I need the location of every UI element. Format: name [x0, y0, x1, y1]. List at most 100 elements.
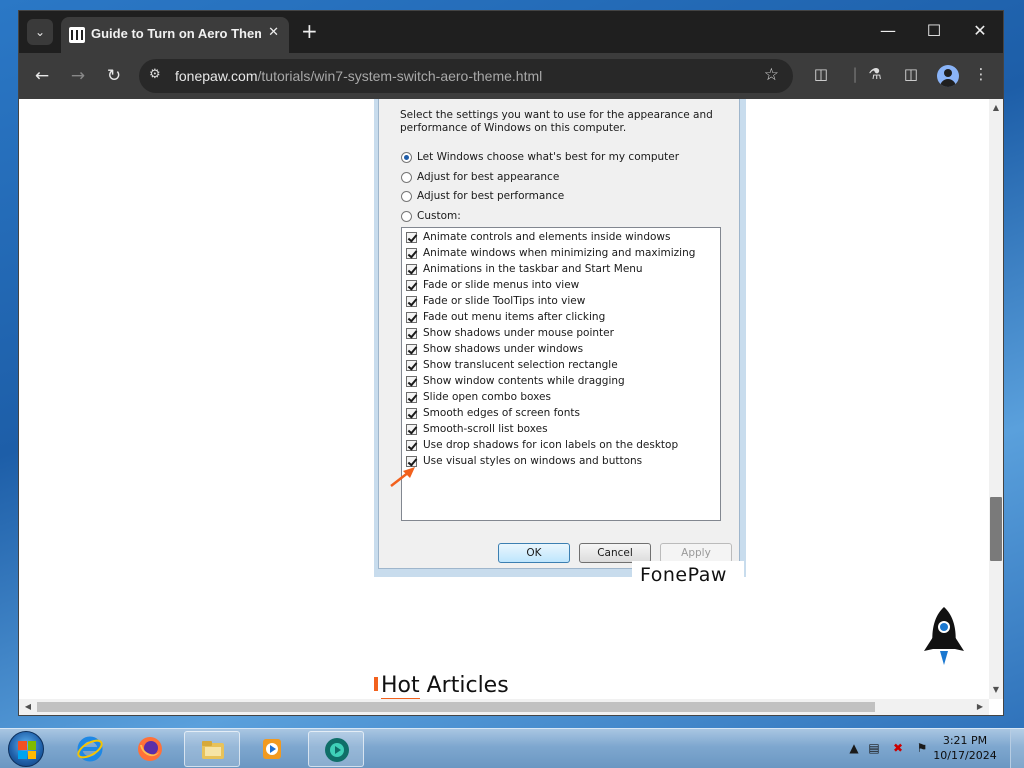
radio-best-performance[interactable]: Adjust for best performance [401, 188, 564, 204]
list-item[interactable]: Show translucent selection rectangle [406, 357, 618, 373]
forward-button[interactable]: → [67, 65, 89, 87]
visual-effects-list[interactable]: Animate controls and elements inside win… [401, 227, 721, 521]
clock-date: 10/17/2024 [933, 749, 997, 762]
checkbox[interactable] [406, 391, 417, 403]
profile-avatar-icon[interactable] [937, 65, 959, 87]
back-button[interactable]: ← [31, 65, 53, 87]
list-item[interactable]: Animate windows when minimizing and maxi… [406, 245, 695, 261]
checkbox-label: Fade out menu items after clicking [423, 311, 606, 323]
checkbox[interactable] [406, 343, 417, 355]
show-hidden-icons-icon[interactable]: ▲ [846, 741, 862, 757]
checkbox-label: Show shadows under windows [423, 343, 584, 355]
show-desktop-button[interactable] [1010, 729, 1024, 768]
list-item[interactable]: Slide open combo boxes [406, 389, 551, 405]
tab-strip: ⌄ Guide to Turn on Aero Theme on ✕ + — ☐… [19, 11, 1003, 53]
taskbar-file-explorer[interactable] [184, 731, 240, 767]
ok-button[interactable]: OK [498, 543, 570, 563]
more-menu-icon[interactable]: ⋮ [971, 65, 991, 87]
list-item[interactable]: Show shadows under mouse pointer [406, 325, 614, 341]
close-window-button[interactable]: ✕ [957, 11, 1003, 53]
list-item[interactable]: Smooth-scroll list boxes [406, 421, 548, 437]
scroll-down-icon[interactable]: ▼ [989, 683, 1003, 697]
taskbar-fonepaw-app[interactable] [308, 731, 364, 767]
scroll-right-icon[interactable]: ▶ [973, 699, 987, 715]
side-panel-icon[interactable]: ◫ [901, 65, 921, 87]
address-bar[interactable]: ⚙ fonepaw.com/tutorials/win7-system-swit… [139, 59, 793, 93]
checkbox[interactable] [406, 327, 417, 339]
labs-flask-icon[interactable]: ⚗ [865, 65, 885, 87]
checkbox[interactable] [406, 263, 417, 275]
back-to-top-rocket-icon[interactable] [921, 605, 967, 671]
media-player-icon [263, 739, 281, 759]
tab-title: Guide to Turn on Aero Theme on [91, 26, 261, 41]
checkbox[interactable] [406, 295, 417, 307]
list-item[interactable]: Smooth edges of screen fonts [406, 405, 580, 421]
tab-active[interactable]: Guide to Turn on Aero Theme on ✕ [61, 17, 289, 53]
site-info-icon[interactable]: ⚙ [149, 67, 161, 82]
radio-button[interactable] [401, 210, 412, 222]
new-tab-button[interactable]: + [301, 19, 318, 43]
tab-search-button[interactable]: ⌄ [27, 19, 53, 45]
checkbox[interactable] [406, 375, 417, 387]
radio-let-windows-choose[interactable]: Let Windows choose what's best for my co… [401, 149, 679, 165]
vertical-scrollbar[interactable]: ▲ ▼ [989, 99, 1003, 699]
url-text[interactable]: fonepaw.com/tutorials/win7-system-switch… [175, 68, 542, 84]
volume-muted-icon[interactable]: ✖ [890, 741, 906, 757]
bookmark-star-icon[interactable]: ☆ [764, 65, 779, 85]
scroll-up-icon[interactable]: ▲ [989, 101, 1003, 115]
system-clock[interactable]: 3:21 PM 10/17/2024 [930, 733, 1000, 763]
vertical-scroll-thumb[interactable] [990, 497, 1002, 561]
maximize-button[interactable]: ☐ [911, 11, 957, 53]
heading-accent-bar [374, 677, 378, 691]
list-item[interactable]: Show window contents while dragging [406, 373, 625, 389]
taskbar-firefox[interactable] [122, 731, 178, 767]
checkbox[interactable] [406, 407, 417, 419]
list-item[interactable]: Animations in the taskbar and Start Menu [406, 261, 643, 277]
list-item[interactable]: Animate controls and elements inside win… [406, 229, 670, 245]
checkbox[interactable] [406, 231, 417, 243]
page-content: Select the settings you want to use for … [19, 99, 989, 699]
checkbox[interactable] [406, 247, 417, 259]
start-button[interactable] [8, 731, 44, 767]
minimize-button[interactable]: — [865, 11, 911, 53]
checkbox[interactable] [406, 439, 417, 451]
checkbox[interactable] [406, 423, 417, 435]
radio-button[interactable] [401, 151, 412, 163]
list-item[interactable]: Fade or slide ToolTips into view [406, 293, 585, 309]
reload-button[interactable]: ↻ [103, 65, 125, 87]
checkbox-label: Fade or slide ToolTips into view [423, 295, 586, 307]
apply-button[interactable]: Apply [660, 543, 732, 563]
radio-button[interactable] [401, 171, 412, 183]
toolbar-divider: | [852, 65, 858, 83]
action-center-flag-icon[interactable]: ⚑ [914, 741, 930, 757]
fonepaw-app-icon [325, 738, 349, 762]
taskbar-internet-explorer[interactable] [62, 731, 118, 767]
checkbox[interactable] [406, 279, 417, 291]
dialog-description: Select the settings you want to use for … [400, 109, 713, 134]
taskbar-media-player[interactable] [244, 731, 300, 767]
cancel-button[interactable]: Cancel [579, 543, 651, 563]
network-icon[interactable]: ▤ [866, 741, 882, 757]
checkbox-label: Animate windows when minimizing and maxi… [423, 247, 696, 259]
checkbox[interactable] [406, 359, 417, 371]
horizontal-scroll-thumb[interactable] [37, 702, 875, 712]
extensions-icon[interactable]: ◫ [811, 65, 831, 87]
scroll-left-icon[interactable]: ◀ [21, 699, 35, 715]
list-item[interactable]: Fade or slide menus into view [406, 277, 579, 293]
radio-label: Adjust for best appearance [417, 171, 560, 183]
list-item[interactable]: Use drop shadows for icon labels on the … [406, 437, 678, 453]
close-tab-icon[interactable]: ✕ [268, 25, 279, 40]
list-item[interactable]: Fade out menu items after clicking [406, 309, 605, 325]
checkbox[interactable] [406, 311, 417, 323]
list-item[interactable]: Show shadows under windows [406, 341, 583, 357]
browser-window: ⌄ Guide to Turn on Aero Theme on ✕ + — ☐… [18, 10, 1004, 716]
fonepaw-favicon-icon [69, 27, 85, 43]
horizontal-scrollbar[interactable]: ◀ ▶ [19, 699, 989, 715]
list-item[interactable]: Use visual styles on windows and buttons [406, 453, 642, 469]
firefox-icon [138, 737, 162, 761]
radio-best-appearance[interactable]: Adjust for best appearance [401, 169, 559, 185]
radio-button[interactable] [401, 190, 412, 202]
radio-custom[interactable]: Custom: [401, 208, 461, 224]
chevron-down-icon: ⌄ [34, 25, 46, 39]
taskbar: ▲ ▤ ✖ ⚑ 3:21 PM 10/17/2024 [0, 728, 1024, 768]
